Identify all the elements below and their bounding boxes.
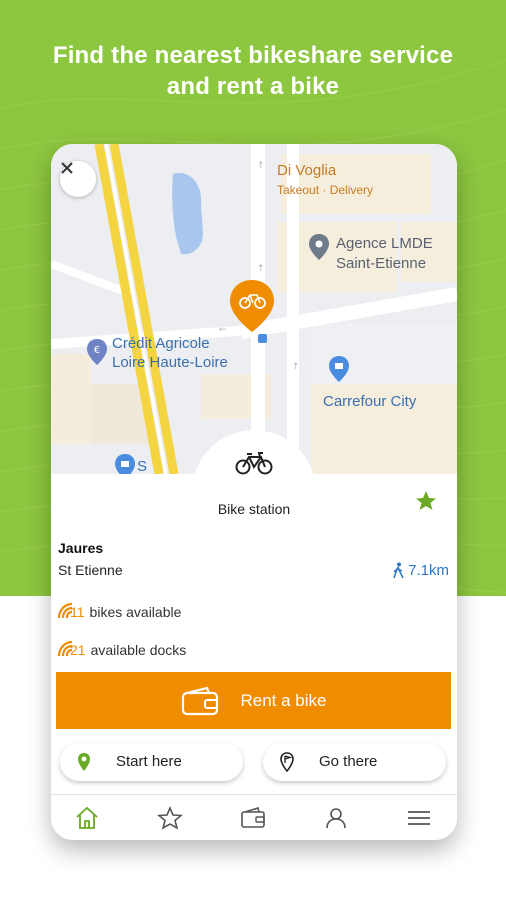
bikes-available-row: 11 bikes available [57, 598, 181, 620]
map-canvas: € ↑ ↑ ↑ ← [51, 144, 457, 474]
go-there-button[interactable]: Go there [263, 743, 446, 781]
bottom-tab-bar [51, 794, 457, 840]
docks-label: available docks [90, 642, 187, 658]
signal-icon [57, 640, 73, 657]
bike-icon [235, 452, 273, 475]
close-button[interactable] [60, 161, 96, 197]
location-pin-icon [78, 753, 90, 771]
wallet-icon[interactable] [240, 806, 266, 830]
map-label-agence-1[interactable]: Agence LMDE [336, 234, 433, 253]
headline: Find the nearest bikeshare service and r… [0, 40, 506, 102]
distance-value: 7.1km [408, 562, 449, 579]
panel-bump [192, 430, 316, 554]
station-type-label: Bike station [217, 501, 291, 517]
svg-text:€: € [94, 345, 100, 356]
rent-bike-label: Rent a bike [240, 690, 327, 710]
user-icon[interactable] [323, 806, 349, 830]
wallet-icon [181, 686, 218, 715]
map-label-carrefour[interactable]: Carrefour City [323, 392, 416, 411]
go-there-label: Go there [319, 753, 378, 770]
headline-line-2: and rent a bike [166, 73, 340, 100]
phone-screen: € ↑ ↑ ↑ ← Di Voglia Takeout · Delivery A… [51, 144, 457, 840]
map-label-di-voglia[interactable]: Di Voglia [277, 161, 336, 180]
map-label-partial: S [137, 458, 148, 474]
shopping-pin-icon-partial [115, 454, 135, 474]
map-label-credit-2: Loire Haute-Loire [112, 354, 228, 371]
destination-pin-icon [280, 752, 294, 772]
star-icon[interactable] [157, 806, 183, 830]
rent-bike-button[interactable]: Rent a bike [56, 672, 451, 729]
signal-icon [57, 602, 73, 619]
close-icon [61, 162, 73, 174]
station-name: Jaures [58, 540, 104, 556]
map-view[interactable]: € ↑ ↑ ↑ ← Di Voglia Takeout · Delivery A… [51, 144, 457, 474]
headline-line-1: Find the nearest bikeshare service [52, 42, 454, 69]
svg-text:↑: ↑ [257, 264, 265, 274]
walking-icon [393, 562, 404, 579]
start-here-label: Start here [116, 753, 182, 770]
map-label-di-voglia-sub: Takeout · Delivery [277, 183, 374, 197]
svg-text:←: ← [219, 325, 227, 335]
svg-text:↑: ↑ [257, 161, 265, 171]
home-icon[interactable] [74, 806, 100, 830]
station-distance: 7.1km [392, 562, 449, 579]
bikes-label: bikes available [89, 604, 182, 620]
svg-text:↑: ↑ [292, 362, 300, 372]
map-label-credit-1[interactable]: Crédit Agricole [112, 334, 210, 353]
station-city: St Etienne [58, 562, 123, 578]
start-here-button[interactable]: Start here [60, 743, 243, 781]
docks-available-row: 21 available docks [57, 636, 186, 658]
menu-icon[interactable] [406, 806, 432, 830]
map-label-agence-2: Saint-Etienne [336, 255, 427, 272]
favorite-star-icon[interactable] [415, 490, 437, 511]
